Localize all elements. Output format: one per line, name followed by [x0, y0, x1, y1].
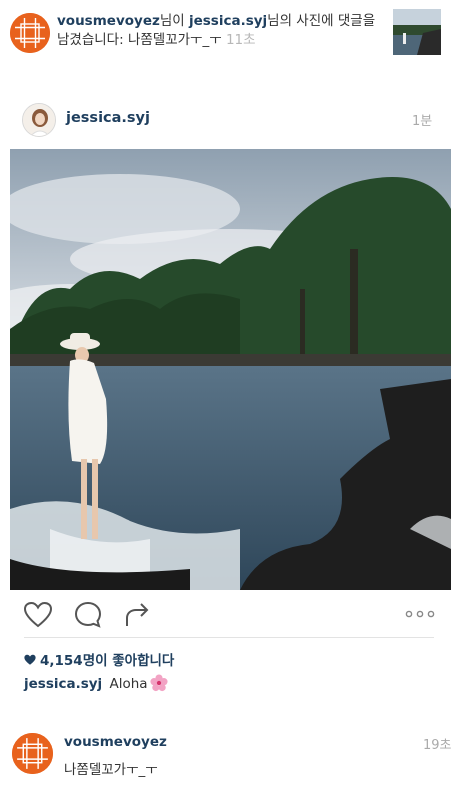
comment-time: 19초 [423, 738, 452, 753]
comment-item: vousmevoyez 19초 나쫌델꼬가ㅜ_ㅜ [0, 728, 474, 788]
notification-text: vousmevoyez님이 jessica.syj님의 사진에 댓글을 남겼습니… [57, 12, 387, 50]
jessica-avatar[interactable] [22, 103, 56, 137]
notification-time: 11초 [225, 32, 256, 48]
vousmevoyez-avatar[interactable] [10, 13, 50, 53]
share-arrow-icon[interactable] [122, 600, 152, 630]
notification-target[interactable]: jessica.syj [189, 13, 267, 29]
avatar-logo-icon [10, 13, 50, 53]
comment-username[interactable]: vousmevoyez [64, 734, 167, 750]
notification-actor[interactable]: vousmevoyez [57, 13, 160, 29]
post-username[interactable]: jessica.syj [66, 110, 150, 126]
heart-filled-icon [24, 654, 36, 666]
post-caption: jessica.syj Aloha [24, 674, 168, 694]
post-action-bar [0, 596, 474, 634]
notification-actor-suffix: 님이 [159, 13, 189, 29]
avatar-logo-icon [12, 733, 53, 774]
more-dots-icon[interactable] [404, 606, 436, 620]
notification-photo-thumbnail[interactable] [393, 9, 441, 55]
comment-notification[interactable]: vousmevoyez님이 jessica.syj님의 사진에 댓글을 남겼습니… [0, 0, 474, 70]
caption-text: Aloha [109, 676, 148, 692]
caption-username[interactable]: jessica.syj [24, 676, 102, 692]
hibiscus-flower-emoji [150, 674, 168, 692]
post-header: jessica.syj 1분 [0, 98, 474, 144]
likes-count[interactable]: 4,154명이 좋아합니다 [24, 649, 174, 669]
likes-text: 4,154명이 좋아합니다 [40, 653, 175, 669]
commenter-avatar[interactable] [12, 733, 53, 774]
heart-outline-icon[interactable] [23, 600, 53, 630]
action-divider [24, 637, 434, 638]
post-photo[interactable] [10, 149, 451, 590]
comment-text: 나쫌델꼬가ㅜ_ㅜ [64, 762, 158, 778]
post-time: 1분 [412, 114, 433, 129]
speech-bubble-icon[interactable] [73, 600, 103, 630]
